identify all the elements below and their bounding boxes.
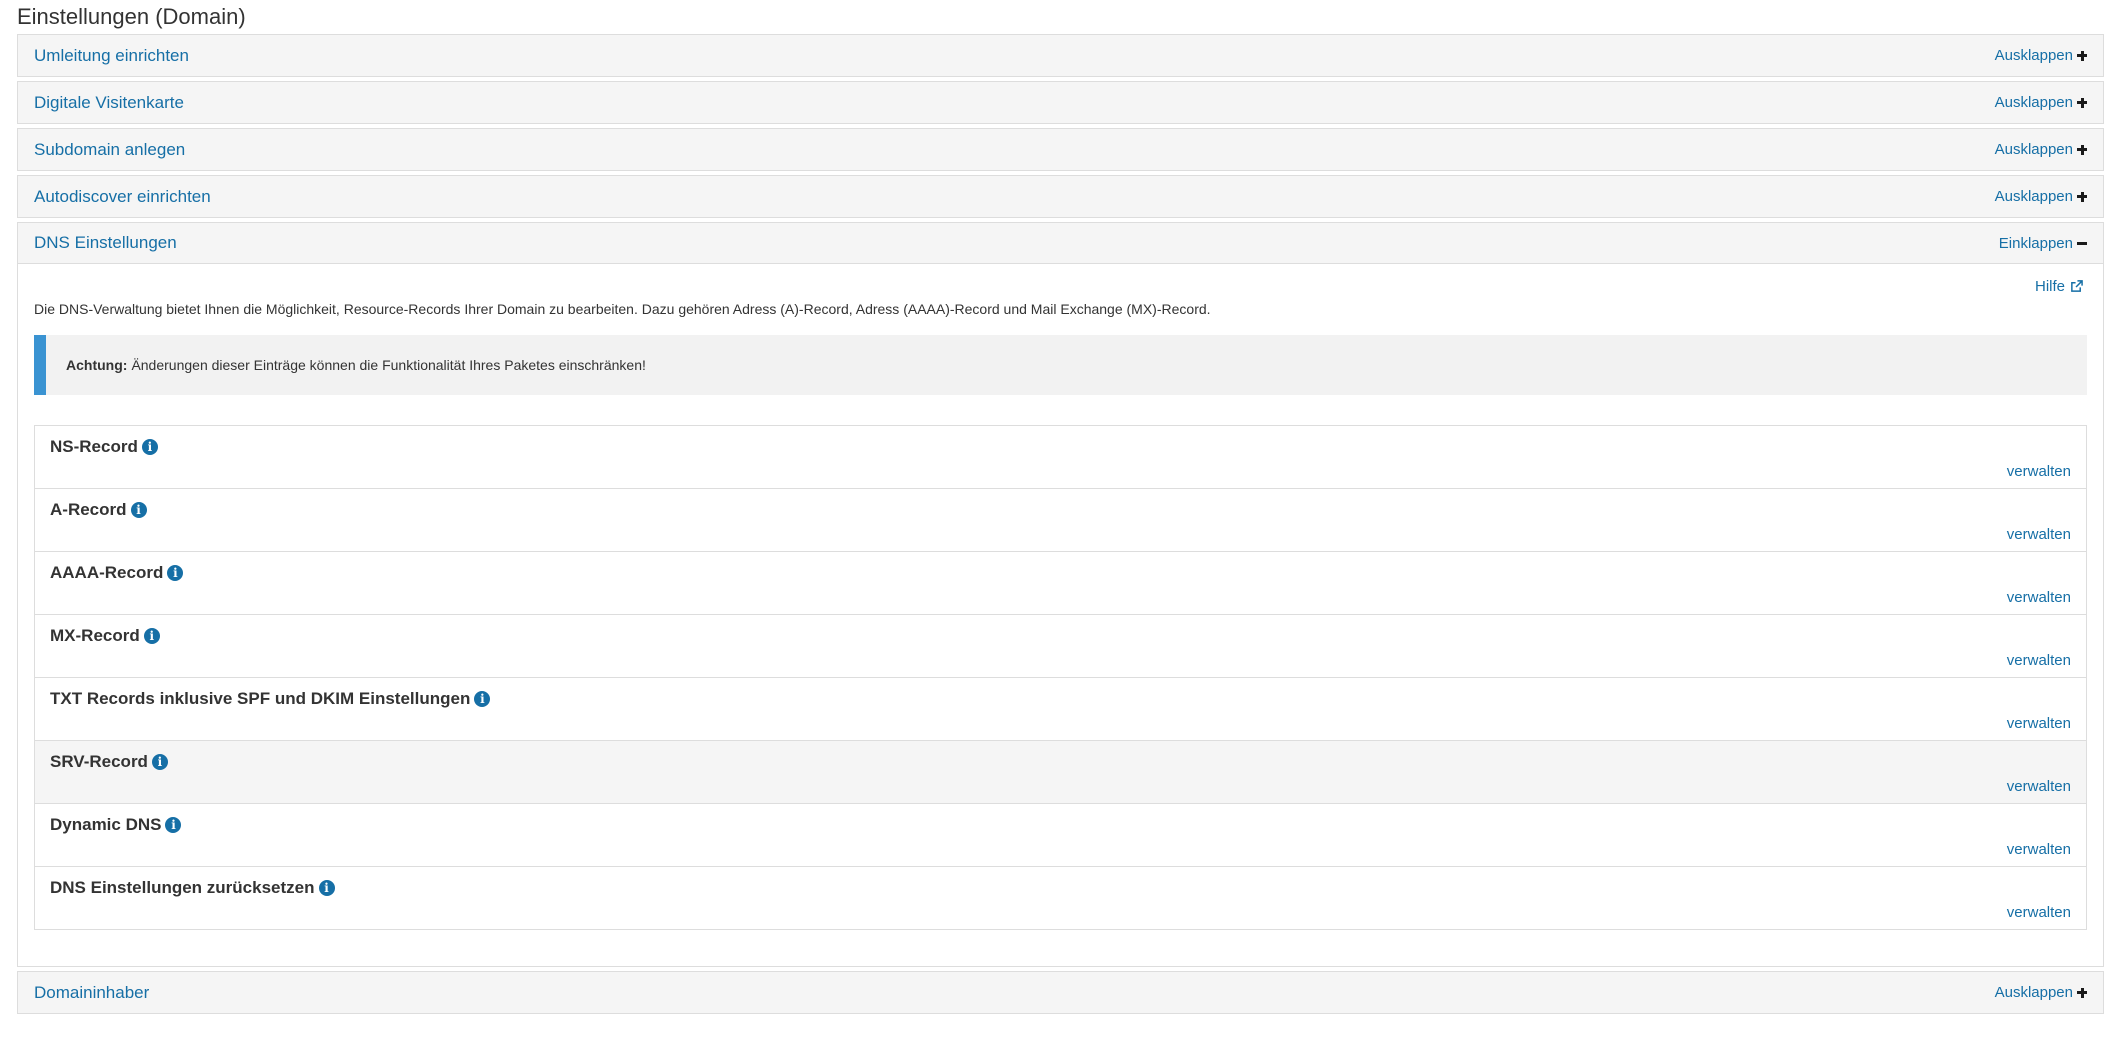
record-txt: TXT Records inklusive SPF und DKIM Einst… <box>35 678 2086 741</box>
record-title-text: MX-Record <box>50 626 140 645</box>
dns-description: Die DNS-Verwaltung bietet Ihnen die Mögl… <box>34 301 1211 317</box>
collapse-toggle[interactable]: Einklappen <box>1999 235 2087 252</box>
panel-title[interactable]: DNS Einstellungen <box>34 233 177 253</box>
panel-subdomain[interactable]: Subdomain anlegen Ausklappen <box>17 128 2104 171</box>
panel-umleitung[interactable]: Umleitung einrichten Ausklappen <box>17 34 2104 77</box>
record-title: DNS Einstellungen zurücksetzen i <box>50 877 2070 899</box>
help-link[interactable]: Hilfe <box>2035 278 2087 295</box>
record-a: A-Record i verwalten <box>35 489 2086 552</box>
alert-text: Änderungen dieser Einträge können die Fu… <box>131 357 646 373</box>
record-title-text: Dynamic DNS <box>50 815 162 834</box>
expand-label[interactable]: Ausklappen <box>1995 141 2073 158</box>
record-title-text: DNS Einstellungen zurücksetzen <box>50 878 315 897</box>
manage-link[interactable]: verwalten <box>2007 715 2071 732</box>
panel-autodiscover[interactable]: Autodiscover einrichten Ausklappen <box>17 175 2104 218</box>
panel-header[interactable]: Umleitung einrichten Ausklappen <box>18 35 2103 76</box>
panel-title[interactable]: Domaininhaber <box>34 983 149 1003</box>
manage-link[interactable]: verwalten <box>2007 463 2071 480</box>
expand-toggle[interactable]: Ausklappen <box>1995 94 2087 111</box>
panel-title[interactable]: Subdomain anlegen <box>34 140 185 160</box>
collapse-label[interactable]: Einklappen <box>1999 235 2073 252</box>
info-icon[interactable]: i <box>141 439 158 455</box>
plus-icon[interactable] <box>2077 191 2087 202</box>
record-title: MX-Record i <box>50 625 2070 647</box>
plus-icon[interactable] <box>2077 144 2087 155</box>
panel-header[interactable]: DNS Einstellungen Einklappen <box>18 223 2103 264</box>
record-mx: MX-Record i verwalten <box>35 615 2086 678</box>
info-icon[interactable]: i <box>143 628 160 644</box>
record-dynamic-dns: Dynamic DNS i verwalten <box>35 804 2086 867</box>
panel-header[interactable]: Domaininhaber Ausklappen <box>18 972 2103 1013</box>
page-title: Einstellungen (Domain) <box>17 4 246 29</box>
manage-link[interactable]: verwalten <box>2007 904 2071 921</box>
minus-icon[interactable] <box>2077 238 2087 248</box>
info-icon[interactable]: i <box>165 817 182 833</box>
record-title: A-Record i <box>50 499 2070 521</box>
info-icon[interactable]: i <box>474 691 491 707</box>
panel-header[interactable]: Subdomain anlegen Ausklappen <box>18 129 2103 170</box>
record-title-text: A-Record <box>50 500 127 519</box>
panel-header[interactable]: Digitale Visitenkarte Ausklappen <box>18 82 2103 123</box>
expand-label[interactable]: Ausklappen <box>1995 984 2073 1001</box>
record-title-text: NS-Record <box>50 437 138 456</box>
panel-title[interactable]: Digitale Visitenkarte <box>34 93 184 113</box>
manage-link[interactable]: verwalten <box>2007 778 2071 795</box>
plus-icon[interactable] <box>2077 97 2087 108</box>
manage-link[interactable]: verwalten <box>2007 589 2071 606</box>
warning-alert: Achtung: Änderungen dieser Einträge könn… <box>34 335 2087 395</box>
record-title: SRV-Record i <box>50 751 2070 773</box>
record-title: AAAA-Record i <box>50 562 2070 584</box>
record-title-text: AAAA-Record <box>50 563 164 582</box>
expand-toggle[interactable]: Ausklappen <box>1995 47 2087 64</box>
info-icon[interactable]: i <box>151 754 168 770</box>
manage-link[interactable]: verwalten <box>2007 652 2071 669</box>
page: Einstellungen (Domain) Umleitung einrich… <box>0 0 2121 1044</box>
info-icon[interactable]: i <box>318 880 335 896</box>
expand-label[interactable]: Ausklappen <box>1995 188 2073 205</box>
record-ns: NS-Record i verwalten <box>35 426 2086 489</box>
plus-icon[interactable] <box>2077 50 2087 61</box>
dns-record-list: NS-Record i verwalten A-Record i verwalt… <box>34 425 2087 930</box>
info-icon[interactable]: i <box>167 565 184 581</box>
manage-link[interactable]: verwalten <box>2007 841 2071 858</box>
manage-link[interactable]: verwalten <box>2007 526 2071 543</box>
expand-toggle[interactable]: Ausklappen <box>1995 141 2087 158</box>
record-title-text: TXT Records inklusive SPF und DKIM Einst… <box>50 689 471 708</box>
alert-label: Achtung: <box>66 357 128 373</box>
record-dns-reset: DNS Einstellungen zurücksetzen i verwalt… <box>35 867 2086 929</box>
plus-icon[interactable] <box>2077 987 2087 998</box>
panel-domaininhaber[interactable]: Domaininhaber Ausklappen <box>17 971 2104 1014</box>
external-link-icon[interactable] <box>2070 279 2083 293</box>
expand-label[interactable]: Ausklappen <box>1995 47 2073 64</box>
record-title: Dynamic DNS i <box>50 814 2070 836</box>
help-row: Hilfe <box>34 276 2087 296</box>
record-title-text: SRV-Record <box>50 752 148 771</box>
panel-title[interactable]: Autodiscover einrichten <box>34 187 211 207</box>
info-icon[interactable]: i <box>130 502 147 518</box>
expand-toggle[interactable]: Ausklappen <box>1995 984 2087 1001</box>
panel-title[interactable]: Umleitung einrichten <box>34 46 189 66</box>
expand-toggle[interactable]: Ausklappen <box>1995 188 2087 205</box>
record-title: TXT Records inklusive SPF und DKIM Einst… <box>50 688 2070 710</box>
expand-label[interactable]: Ausklappen <box>1995 94 2073 111</box>
panel-dns-settings: DNS Einstellungen Einklappen Hilfe Die D… <box>17 222 2104 967</box>
record-srv: SRV-Record i verwalten <box>35 741 2086 804</box>
panel-visitenkarte[interactable]: Digitale Visitenkarte Ausklappen <box>17 81 2104 124</box>
record-title: NS-Record i <box>50 436 2070 458</box>
panel-header[interactable]: Autodiscover einrichten Ausklappen <box>18 176 2103 217</box>
record-aaaa: AAAA-Record i verwalten <box>35 552 2086 615</box>
help-label[interactable]: Hilfe <box>2035 278 2065 295</box>
dns-panel-body: Hilfe Die DNS-Verwaltung bietet Ihnen di… <box>18 264 2103 966</box>
